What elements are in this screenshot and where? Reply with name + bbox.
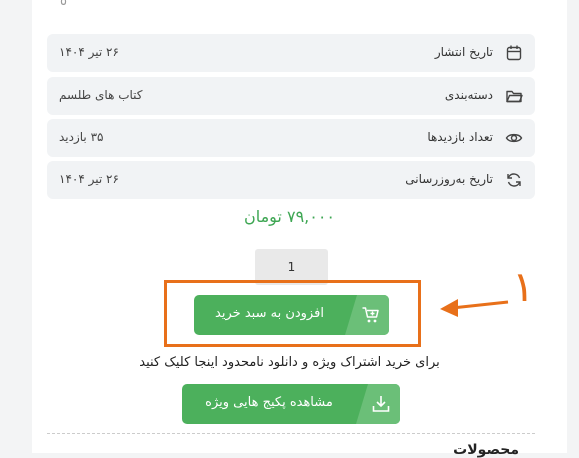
meta-label: دسته‌بندی [444,88,493,102]
product-price: ۷۹,۰۰۰ تومان [243,207,336,226]
meta-label: تاریخ به‌روزرسانی [405,172,493,186]
section-divider [47,433,535,434]
meta-row-updated-date: تاریخ به‌روزرسانی ۲۶ تیر ۱۴۰۴ [47,161,535,199]
category-link[interactable]: کتاب های طلسم [59,88,143,102]
meta-value: ۲۶ تیر ۱۴۰۴ [59,45,119,59]
view-packages-label: مشاهده پکیج هایی ویژه [205,395,333,410]
cart-icon [345,295,389,335]
annotation-number: ۱ [512,262,535,311]
top-fragment: ٥ [60,0,67,9]
subscription-info-link[interactable]: برای خرید اشتراک ویژه و دانلود نامحدود ا… [0,355,579,370]
related-products-heading: محصولات [453,442,519,458]
download-icon [356,384,400,424]
meta-row-views: تعداد بازدیدها ۳۵ بازدید [47,119,535,157]
refresh-icon [505,171,523,189]
eye-icon [505,129,523,147]
meta-label: تاریخ انتشار [434,45,493,59]
meta-row-publish-date: تاریخ انتشار ۲۶ تیر ۱۴۰۴ [47,34,535,72]
add-to-cart-button[interactable]: افزودن به سبد خرید [194,295,389,335]
meta-row-category: دسته‌بندی کتاب های طلسم [47,77,535,115]
meta-label: تعداد بازدیدها [427,130,493,144]
meta-value: ۳۵ بازدید [59,130,104,144]
view-packages-button[interactable]: مشاهده پکیج هایی ویژه [182,384,400,424]
add-to-cart-label: افزودن به سبد خرید [215,306,324,321]
annotation-arrow-icon [438,292,510,326]
calendar-icon [505,44,523,62]
meta-value: ۲۶ تیر ۱۴۰۴ [59,172,119,186]
folder-icon [505,87,523,105]
